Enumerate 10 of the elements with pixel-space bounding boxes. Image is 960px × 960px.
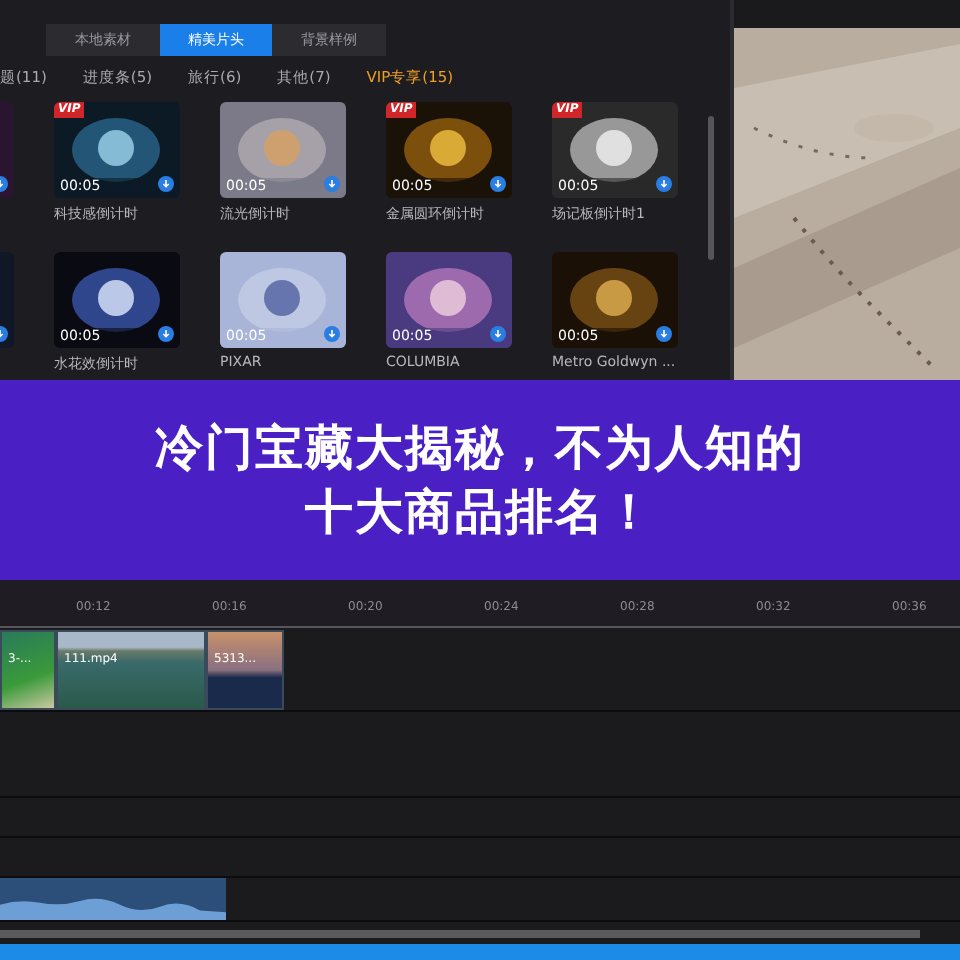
- download-icon[interactable]: [656, 176, 672, 192]
- scrollbar[interactable]: [0, 930, 920, 938]
- download-icon[interactable]: [158, 326, 174, 342]
- download-icon[interactable]: [490, 176, 506, 192]
- download-icon[interactable]: [656, 326, 672, 342]
- audio-waveform[interactable]: [0, 878, 226, 920]
- download-icon[interactable]: [490, 326, 506, 342]
- headline: 冷门宝藏大揭秘，不为人知的 十大商品排名！: [155, 417, 805, 544]
- scrollbar[interactable]: [708, 116, 714, 260]
- download-icon[interactable]: [158, 176, 174, 192]
